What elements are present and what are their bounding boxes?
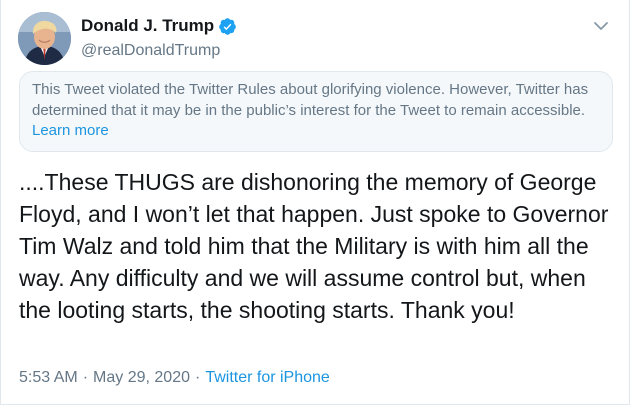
meta-separator: · xyxy=(82,369,89,386)
tweet-text: ....These THUGS are dishonoring the memo… xyxy=(19,169,609,323)
learn-more-link[interactable]: Learn more xyxy=(32,122,109,139)
tweet-meta: 5:53 AM · May 29, 2020 · Twitter for iPhone xyxy=(19,367,330,389)
tweet-card: Donald J. Trump @realDonaldTrump This Tw… xyxy=(0,0,630,405)
notice-text: This Tweet violated the Twitter Rules ab… xyxy=(32,81,589,119)
tweet-date[interactable]: May 29, 2020 xyxy=(93,369,190,386)
author-block: Donald J. Trump @realDonaldTrump xyxy=(81,14,237,64)
chevron-down-icon[interactable] xyxy=(591,16,611,36)
handle[interactable]: @realDonaldTrump xyxy=(81,40,237,62)
verified-badge-icon xyxy=(219,17,236,35)
display-name[interactable]: Donald J. Trump xyxy=(81,14,214,38)
violation-notice: This Tweet violated the Twitter Rules ab… xyxy=(19,71,613,152)
name-row: Donald J. Trump xyxy=(81,14,237,38)
tweet-time[interactable]: 5:53 AM xyxy=(19,369,78,386)
avatar[interactable] xyxy=(18,12,71,65)
tweet-source-link[interactable]: Twitter for iPhone xyxy=(205,369,330,386)
avatar-image xyxy=(18,12,71,65)
meta-separator: · xyxy=(194,369,201,386)
